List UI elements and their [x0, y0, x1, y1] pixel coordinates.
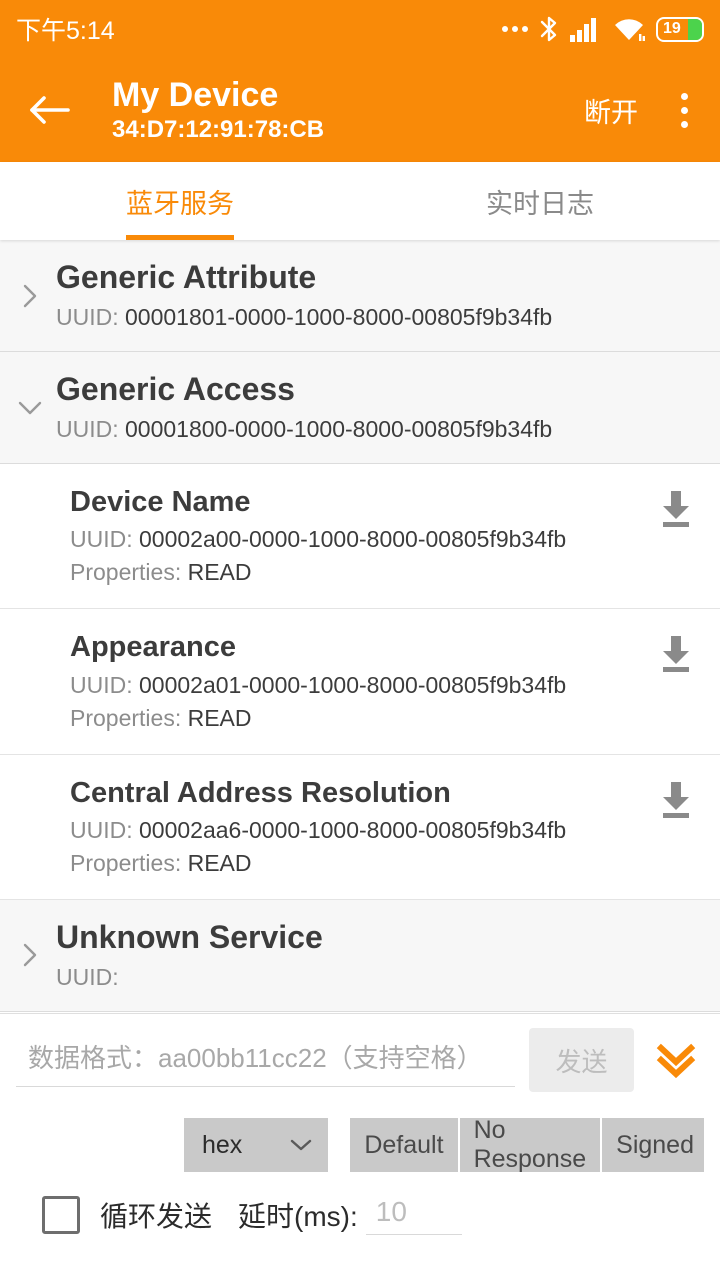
- characteristic-name: Device Name: [70, 486, 251, 519]
- uuid-value: 00002aa6-0000-1000-8000-00805f9b34fb: [139, 816, 567, 843]
- tab-bar: 蓝牙服务 实时日志: [0, 162, 720, 240]
- uuid-label: UUID:: [56, 963, 119, 990]
- uuid-value: 00001800-0000-1000-8000-00805f9b34fb: [125, 416, 553, 443]
- download-icon[interactable]: [654, 486, 698, 530]
- write-mode-signed[interactable]: Signed: [602, 1118, 704, 1172]
- tab-label: 实时日志: [486, 188, 594, 219]
- service-name: Generic Access: [56, 371, 295, 408]
- characteristic-name: Appearance: [70, 631, 237, 664]
- status-icons: 19: [502, 15, 704, 43]
- wifi-icon: [613, 16, 645, 42]
- data-input[interactable]: [16, 1033, 515, 1087]
- download-icon[interactable]: [654, 631, 698, 675]
- service-row-unknown-service[interactable]: Unknown Service UUID:: [0, 899, 720, 1012]
- service-name: Generic Attribute: [56, 259, 317, 295]
- properties-value: READ: [187, 704, 252, 731]
- service-uuid: UUID: 00001801-0000-1000-8000-00805f9b34…: [56, 304, 700, 331]
- uuid-label: UUID:: [56, 416, 119, 443]
- app-bar-actions: 断开: [570, 82, 706, 138]
- characteristic-uuid: UUID: 00002a00-0000-1000-8000-00805f9b34…: [70, 526, 700, 553]
- characteristic-uuid: UUID: 00002aa6-0000-1000-8000-00805f9b34…: [70, 817, 700, 844]
- more-dots-icon: [502, 26, 528, 32]
- write-input-row: 发送: [16, 1028, 704, 1092]
- properties-label: Properties:: [70, 704, 182, 731]
- uuid-label: UUID:: [70, 816, 133, 843]
- battery-level: 19: [663, 20, 681, 37]
- chevron-right-icon: [16, 941, 44, 969]
- app-bar: My Device 34:D7:12:91:78:CB 断开: [0, 58, 720, 162]
- delay-label: 延时(ms):: [238, 1200, 358, 1232]
- service-uuid: UUID: 00001800-0000-1000-8000-00805f9b34…: [56, 416, 700, 443]
- send-button[interactable]: 发送: [529, 1028, 634, 1092]
- characteristic-properties: Properties: READ: [70, 559, 700, 586]
- status-bar: 下午5:14 19: [0, 0, 720, 58]
- characteristic-uuid: UUID: 00002a01-0000-1000-8000-00805f9b34…: [70, 672, 700, 699]
- app-screen: 下午5:14 19 My Device 34:D7:12:91:78:CB 断开…: [0, 0, 720, 1280]
- loop-send-row: 循环发送 延时(ms):: [16, 1194, 704, 1235]
- write-mode-group: Default No Response Signed: [350, 1116, 704, 1173]
- loop-send-checkbox[interactable]: [42, 1195, 80, 1234]
- properties-label: Properties:: [70, 849, 182, 876]
- service-name: Unknown Service: [56, 918, 323, 955]
- app-bar-titles: My Device 34:D7:12:91:78:CB: [112, 76, 324, 145]
- characteristic-row[interactable]: Central Address Resolution UUID: 00002aa…: [0, 754, 720, 900]
- page-title: My Device: [112, 75, 279, 114]
- double-chevron-down-icon[interactable]: [648, 1028, 704, 1092]
- uuid-value: 00002a01-0000-1000-8000-00805f9b34fb: [139, 671, 567, 698]
- data-format-value: hex: [202, 1130, 243, 1159]
- write-panel: 发送 hex Default No Response Signed: [0, 1013, 720, 1280]
- disconnect-button[interactable]: 断开: [570, 83, 652, 138]
- back-arrow-icon[interactable]: [22, 83, 76, 137]
- loop-send-label: 循环发送: [100, 1200, 213, 1232]
- uuid-label: UUID:: [70, 526, 133, 553]
- service-row-generic-access[interactable]: Generic Access UUID: 00001800-0000-1000-…: [0, 352, 720, 465]
- cellular-signal-icon: [570, 16, 602, 42]
- overflow-menu-icon[interactable]: [662, 82, 706, 138]
- tab-bluetooth-services[interactable]: 蓝牙服务: [0, 162, 360, 240]
- uuid-label: UUID:: [56, 304, 119, 331]
- status-time: 下午5:14: [16, 17, 115, 45]
- properties-value: READ: [187, 559, 252, 586]
- write-mode-default[interactable]: Default: [350, 1118, 460, 1172]
- characteristic-row[interactable]: Appearance UUID: 00002a01-0000-1000-8000…: [0, 609, 720, 755]
- write-options-row: hex Default No Response Signed: [16, 1116, 704, 1173]
- service-row-generic-attribute[interactable]: Generic Attribute UUID: 00001801-0000-10…: [0, 240, 720, 353]
- uuid-value: 00002a00-0000-1000-8000-00805f9b34fb: [139, 526, 567, 553]
- characteristic-name: Central Address Resolution: [70, 776, 451, 809]
- characteristic-properties: Properties: READ: [70, 850, 700, 877]
- write-mode-no-response[interactable]: No Response: [459, 1116, 603, 1173]
- battery-icon: 19: [656, 16, 704, 42]
- uuid-label: UUID:: [70, 671, 133, 698]
- characteristic-properties: Properties: READ: [70, 705, 700, 732]
- tab-realtime-log[interactable]: 实时日志: [360, 162, 720, 240]
- characteristic-row[interactable]: Device Name UUID: 00002a00-0000-1000-800…: [0, 464, 720, 610]
- chevron-down-icon: [288, 1131, 314, 1160]
- chevron-right-icon: [16, 282, 44, 310]
- tab-label: 蓝牙服务: [126, 188, 234, 219]
- chevron-down-icon: [16, 394, 44, 422]
- uuid-value: 00001801-0000-1000-8000-00805f9b34fb: [125, 304, 553, 331]
- delay-input[interactable]: [365, 1194, 462, 1235]
- service-uuid: UUID:: [56, 964, 700, 991]
- bluetooth-icon: [539, 15, 559, 43]
- properties-value: READ: [187, 849, 252, 876]
- download-icon[interactable]: [654, 777, 698, 821]
- properties-label: Properties:: [70, 559, 182, 586]
- device-address: 34:D7:12:91:78:CB: [112, 115, 325, 143]
- data-format-select[interactable]: hex: [184, 1118, 329, 1172]
